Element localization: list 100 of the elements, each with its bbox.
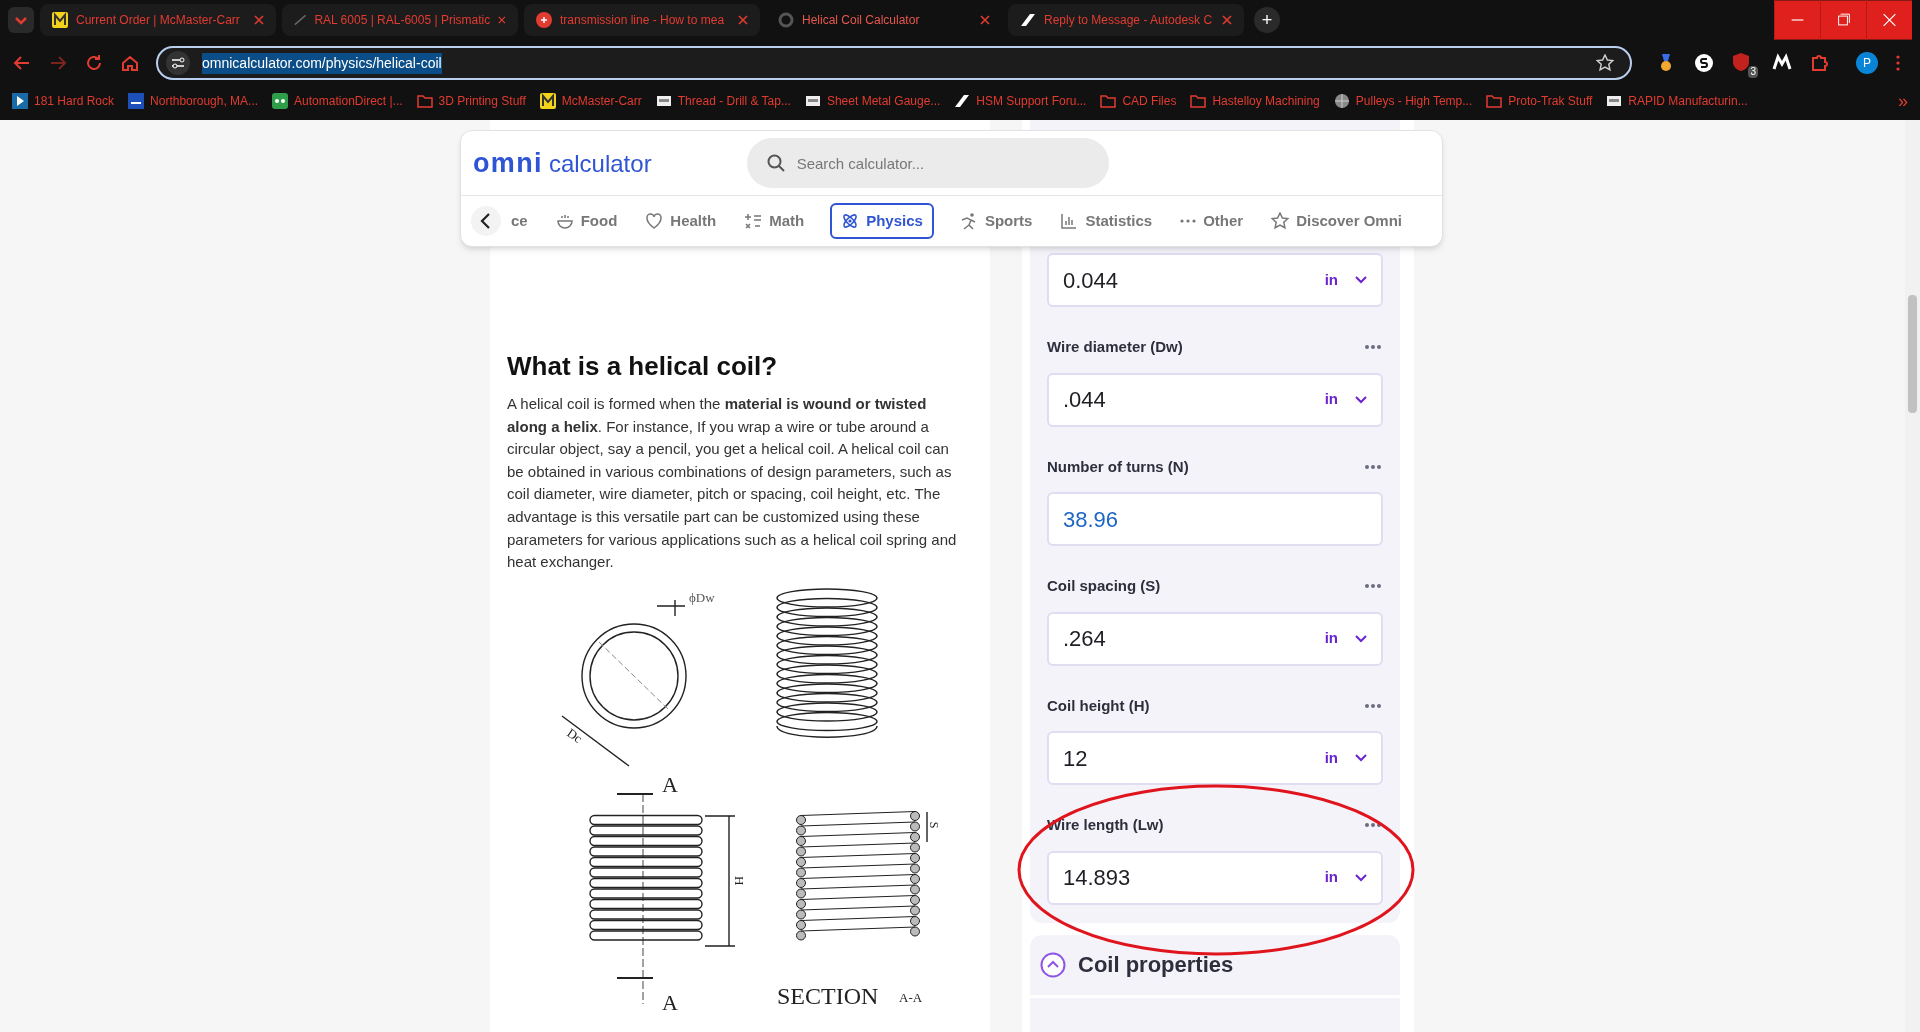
folder-icon (416, 93, 433, 109)
search-field[interactable]: Search calculator... (746, 138, 1109, 189)
section-label: SECTION (777, 981, 879, 1011)
bookmark[interactable]: 181 Hard Rock (12, 92, 115, 110)
chevron-down-icon[interactable] (1355, 634, 1367, 643)
restore-icon[interactable] (1820, 0, 1866, 40)
close-icon[interactable] (1222, 15, 1232, 25)
site-icon (655, 93, 672, 109)
dots-icon (1180, 219, 1197, 224)
article-paragraph: A helical coil is formed when the material is wound or twisted along a helix. For instance, If you wrap a wire or tube around a circular object, say a pencil, you get a helical coil. A helical coil can be obtained in various combinations of design parameters, such as coil diameter, wire diameter, pitch or spacing, coil height, etc. The advantage is this versatile part can be customized using these parameters for various applications such as a helical coil spring and heat exchanger. (507, 394, 958, 573)
more-options-icon[interactable] (1365, 584, 1381, 589)
browser-tab[interactable]: Current Order | McMaster-Carr (40, 4, 276, 36)
unit-select[interactable]: in (1324, 746, 1338, 770)
bookmark[interactable]: Proto-Trak Stuff (1486, 92, 1593, 110)
running-figure-icon (959, 212, 978, 231)
bookmark[interactable]: HSM Support Foru... (954, 92, 1087, 110)
unit-select[interactable]: in (1324, 388, 1338, 411)
close-icon[interactable] (498, 15, 506, 25)
more-options-icon[interactable] (1365, 823, 1381, 828)
category-tab[interactable]: Math (742, 203, 807, 240)
collapse-chevron-icon[interactable] (1040, 951, 1066, 978)
category-tab[interactable]: Other (1178, 203, 1246, 240)
address-bar[interactable]: omnicalculator.com/physics/helical-coil (156, 46, 1632, 80)
category-tab[interactable]: Sports (957, 203, 1035, 240)
diagram-label: S (926, 821, 943, 829)
more-bookmarks-button[interactable]: » (1898, 87, 1908, 115)
category-tab[interactable]: Physics (830, 203, 934, 240)
atom-icon (841, 212, 860, 231)
field-label: Wire diameter (Dw) (1047, 337, 1183, 357)
site-icon (804, 93, 821, 109)
category-tab[interactable]: Health (643, 203, 719, 240)
category-tab[interactable]: Statistics (1058, 203, 1155, 240)
shield-icon[interactable] (1732, 52, 1750, 72)
scrollbar-thumb[interactable] (1908, 295, 1917, 413)
bookmark[interactable]: Northborough, MA... (128, 92, 259, 110)
input-field[interactable]: 12 in (1047, 731, 1383, 785)
category-tab[interactable]: Food (553, 203, 620, 240)
chevron-down-icon[interactable] (1355, 395, 1367, 404)
bowl-icon (555, 212, 574, 231)
input-field[interactable]: 14.893 in (1047, 850, 1383, 905)
bookmark[interactable]: McMaster-Carr (539, 92, 642, 110)
bookmark[interactable]: Pulleys - High Temp... (1333, 92, 1473, 110)
bookmark[interactable]: Sheet Metal Gauge... (804, 92, 941, 110)
more-options-icon[interactable] (1365, 464, 1381, 469)
tab-search-icon[interactable] (8, 7, 34, 33)
bookmark-star-icon[interactable] (1596, 54, 1614, 72)
more-options-icon[interactable] (1365, 345, 1381, 350)
close-icon[interactable] (738, 15, 748, 25)
bookmark[interactable]: Thread - Drill & Tap... (655, 92, 791, 110)
bookmark[interactable]: 3D Printing Stuff (416, 92, 526, 110)
category-tab[interactable]: ce (509, 203, 530, 240)
folder-icon (1100, 93, 1117, 109)
category-tab[interactable]: Discover Omni (1269, 203, 1404, 240)
browser-tab[interactable]: RAL 6005 | RAL-6005 | Prismatic (282, 4, 518, 36)
input-field[interactable]: .264 in (1047, 611, 1383, 666)
chevron-down-icon[interactable] (1355, 276, 1367, 284)
badge-count: 3 (1748, 66, 1758, 78)
close-icon[interactable] (1866, 0, 1912, 40)
unit-select[interactable]: in (1324, 268, 1338, 292)
browser-tab[interactable]: transmission line - How to mea (524, 4, 760, 36)
puzzle-icon[interactable] (1810, 53, 1830, 73)
more-menu-icon[interactable] (1896, 55, 1900, 71)
chevron-down-icon[interactable] (1355, 754, 1367, 762)
close-icon[interactable] (254, 15, 264, 25)
slanted-logo-icon (1020, 12, 1036, 28)
profile-avatar[interactable]: P (1856, 52, 1878, 74)
unit-select[interactable]: in (1324, 866, 1338, 889)
back-chevron-icon[interactable] (471, 206, 501, 237)
unit-select[interactable]: in (1324, 627, 1338, 650)
chevron-down-icon[interactable] (1355, 873, 1367, 882)
browser-tab[interactable]: Helical Coil Calculator (766, 4, 1002, 36)
input-field[interactable]: 38.96 (1047, 492, 1383, 546)
reload-icon[interactable] (84, 53, 104, 73)
new-tab-button[interactable]: + (1254, 7, 1280, 33)
logo-text[interactable]: calculator (548, 145, 652, 182)
browser-tab[interactable]: Reply to Message - Autodesk C (1008, 4, 1244, 36)
bookmark[interactable]: Hastelloy Machining (1190, 92, 1320, 110)
section-label: A-A (899, 988, 923, 1007)
article-heading: What is a helical coil? (507, 350, 779, 382)
diagram-label: H (731, 875, 749, 886)
diagram-label: A (662, 988, 678, 1017)
close-icon[interactable] (980, 15, 990, 25)
input-field[interactable]: 0.044 in (1047, 253, 1383, 307)
bookmark[interactable]: CAD Files (1100, 92, 1177, 110)
slash-icon (294, 12, 307, 28)
field-label: Coil spacing (S) (1047, 576, 1161, 596)
more-options-icon[interactable] (1365, 703, 1381, 708)
star-icon (1271, 212, 1290, 231)
input-field[interactable]: .044 in (1047, 372, 1383, 427)
bookmark[interactable]: RAPID Manufacturin... (1606, 92, 1748, 110)
home-icon[interactable] (120, 53, 140, 73)
logo-wordmark[interactable]: omni (473, 142, 543, 184)
section-header[interactable]: Coil properties (1030, 934, 1400, 995)
diagram-label: Dc (563, 723, 587, 748)
folder-icon (1486, 93, 1503, 109)
bookmark[interactable]: AutomationDirect |... (272, 92, 403, 110)
site-settings-icon[interactable] (166, 51, 190, 75)
search-icon (766, 154, 785, 173)
diagram-label: A (662, 770, 678, 799)
s-logo-icon[interactable] (1694, 53, 1714, 73)
